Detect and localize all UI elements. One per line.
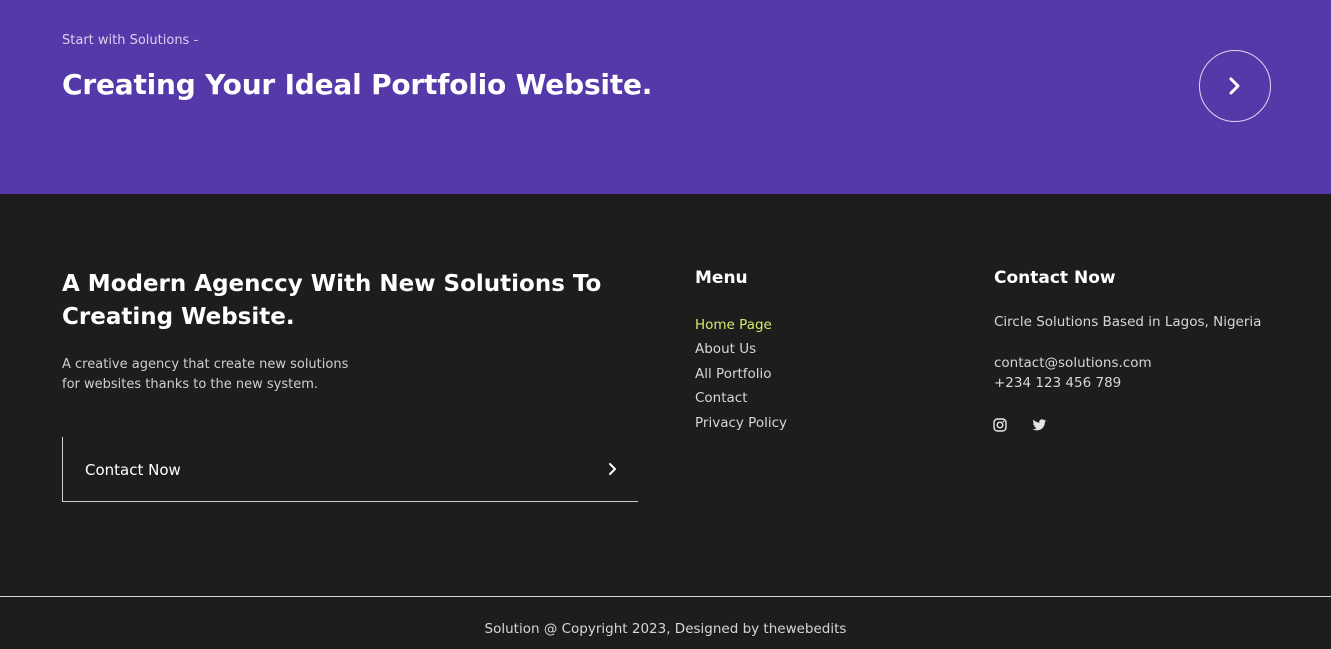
contact-title: Contact Now [994,268,1116,288]
site-footer: A Modern Agenccy With New Solutions To C… [0,194,1331,649]
instagram-icon[interactable] [992,417,1008,433]
cta-banner: Start with Solutions - Creating Your Ide… [0,0,1331,194]
about-text-line-1: A creative agency that create new soluti… [62,357,349,372]
contact-phone[interactable]: +234 123 456 789 [994,375,1121,391]
menu-item-all-portfolio[interactable]: All Portfolio [695,362,787,386]
menu-item-home-page[interactable]: Home Page [695,313,787,337]
contact-now-button[interactable]: Contact Now [62,437,638,502]
contact-address: Circle Solutions Based in Lagos, Nigeria [994,314,1262,330]
about-text-line-2: for websites thanks to the new system. [62,377,319,392]
contact-now-button-label: Contact Now [85,461,181,479]
menu-item-about-us[interactable]: About Us [695,337,787,361]
menu-item-privacy-policy[interactable]: Privacy Policy [695,411,787,435]
cta-title: Creating Your Ideal Portfolio Website. [62,68,653,101]
footer-divider [0,596,1331,597]
cta-eyebrow: Start with Solutions - [62,33,199,48]
contact-email[interactable]: contact@solutions.com [994,355,1152,371]
chevron-right-icon [1229,77,1240,95]
twitter-icon[interactable] [1031,417,1047,433]
about-title: A Modern Agenccy With New Solutions To C… [62,271,602,330]
menu-title: Menu [695,268,748,288]
about-text: A creative agency that create new soluti… [62,355,362,395]
menu-item-contact[interactable]: Contact [695,386,787,410]
cta-next-button[interactable] [1199,50,1271,122]
copyright-text: Solution @ Copyright 2023, Designed by t… [484,621,847,637]
chevron-right-icon [609,463,616,475]
footer-menu: Home Page About Us All Portfolio Contact… [695,313,787,435]
